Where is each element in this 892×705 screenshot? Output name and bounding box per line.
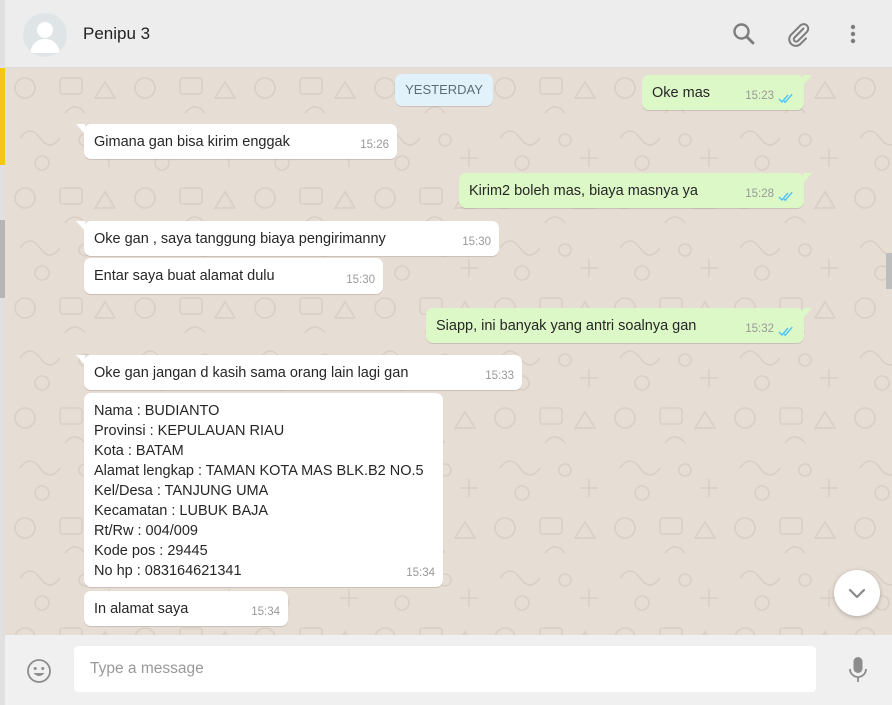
search-icon[interactable]	[730, 20, 758, 48]
message-time: 15:34	[251, 606, 280, 618]
message-text: Entar saya buat alamat dulu	[94, 268, 275, 284]
date-divider: YESTERDAY	[395, 74, 493, 106]
message-text: Oke gan jangan d kasih sama orang lain l…	[94, 365, 409, 381]
message-text: Nama : BUDIANTO Provinsi : KEPULAUAN RIA…	[94, 403, 424, 579]
incoming-message[interactable]: Oke gan , saya tanggung biaya pengiriman…	[76, 221, 499, 256]
read-receipt-icon	[778, 191, 793, 202]
chevron-down-icon	[848, 588, 866, 599]
avatar[interactable]	[23, 13, 67, 57]
message-text: Kirim2 boleh mas, biaya masnya ya	[469, 183, 698, 199]
contact-name[interactable]: Penipu 3	[83, 24, 150, 44]
scroll-to-bottom-button[interactable]	[834, 570, 880, 616]
compose-bar	[5, 635, 892, 705]
message-time: 15:23	[745, 90, 774, 102]
message-time: 15:26	[360, 139, 389, 151]
incoming-message[interactable]: Oke gan jangan d kasih sama orang lain l…	[76, 355, 522, 390]
outgoing-message[interactable]: Kirim2 boleh mas, biaya masnya ya 15:28	[459, 173, 812, 208]
read-receipt-icon	[778, 93, 793, 104]
read-receipt-icon	[778, 326, 793, 337]
message-list[interactable]: YESTERDAY Oke mas 15:23 Gimana gan bisa …	[5, 68, 892, 635]
message-time: 15:30	[346, 274, 375, 286]
message-input[interactable]	[74, 646, 816, 692]
menu-icon[interactable]	[839, 20, 867, 48]
default-avatar-icon	[30, 22, 60, 53]
incoming-message[interactable]: In alamat saya 15:34	[84, 591, 288, 626]
outgoing-message[interactable]: Oke mas 15:23	[642, 75, 812, 110]
message-text: Gimana gan bisa kirim enggak	[94, 134, 290, 150]
message-time: 15:32	[745, 323, 774, 335]
message-text: Oke mas	[652, 85, 711, 101]
microphone-icon[interactable]	[847, 655, 869, 685]
message-text: Siapp, ini banyak yang antri soalnya gan	[436, 318, 697, 334]
incoming-message[interactable]: Entar saya buat alamat dulu 15:30	[84, 258, 383, 294]
scrollbar-thumb[interactable]	[886, 253, 892, 289]
attach-icon[interactable]	[784, 20, 812, 48]
message-text: In alamat saya	[94, 601, 189, 617]
message-time: 15:33	[485, 370, 514, 382]
message-time: 15:28	[745, 188, 774, 200]
message-time: 15:34	[406, 567, 435, 579]
message-time: 15:30	[462, 236, 491, 248]
incoming-message[interactable]: Gimana gan bisa kirim enggak 15:26	[76, 124, 397, 159]
emoji-icon[interactable]	[25, 657, 53, 685]
message-text: Oke gan , saya tanggung biaya pengiriman…	[94, 231, 386, 247]
incoming-message[interactable]: Nama : BUDIANTO Provinsi : KEPULAUAN RIA…	[84, 393, 443, 587]
outgoing-message[interactable]: Siapp, ini banyak yang antri soalnya gan…	[426, 308, 812, 343]
chat-header: Penipu 3	[5, 0, 892, 68]
